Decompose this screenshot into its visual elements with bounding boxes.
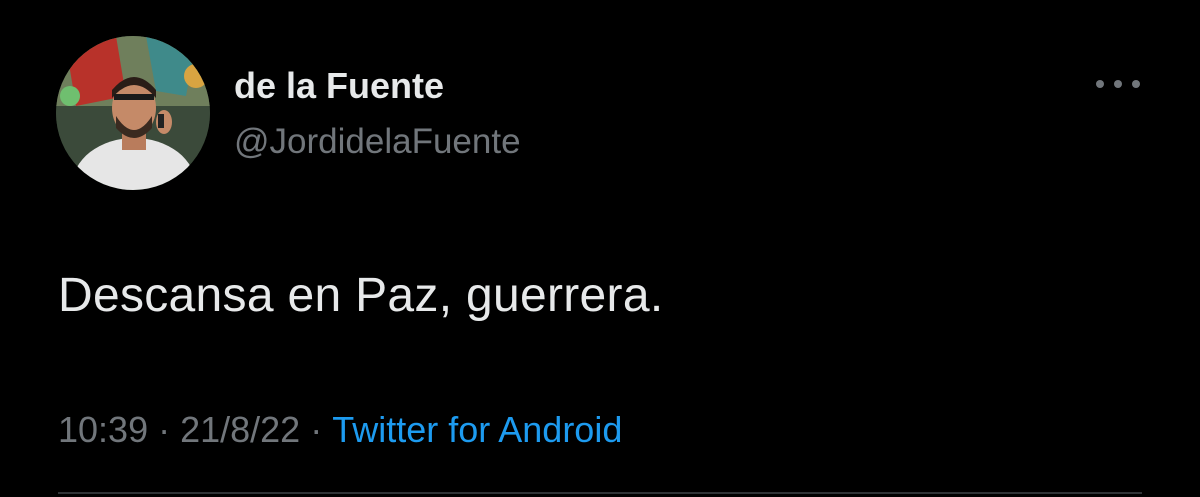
tweet-date[interactable]: 21/8/22 [180, 409, 300, 450]
tweet-source-link[interactable]: Twitter for Android [332, 409, 622, 450]
separator: · [310, 409, 323, 450]
more-horizontal-icon [1114, 80, 1122, 88]
divider [58, 492, 1142, 494]
more-horizontal-icon [1132, 80, 1140, 88]
more-horizontal-icon [1096, 80, 1104, 88]
avatar-image [56, 36, 210, 190]
author-name[interactable]: de la Fuente [234, 66, 444, 106]
author-handle[interactable]: @JordidelaFuente [234, 122, 521, 162]
tweet-text: Descansa en Paz, guerrera. [58, 269, 664, 322]
more-options-button[interactable] [1096, 70, 1140, 98]
separator: · [158, 409, 171, 450]
tweet: de la Fuente @JordidelaFuente Descansa e… [0, 0, 1200, 497]
tweet-metadata: 10:39 · 21/8/22 · Twitter for Android [58, 408, 622, 452]
tweet-time[interactable]: 10:39 [58, 409, 148, 450]
avatar[interactable] [56, 36, 210, 190]
